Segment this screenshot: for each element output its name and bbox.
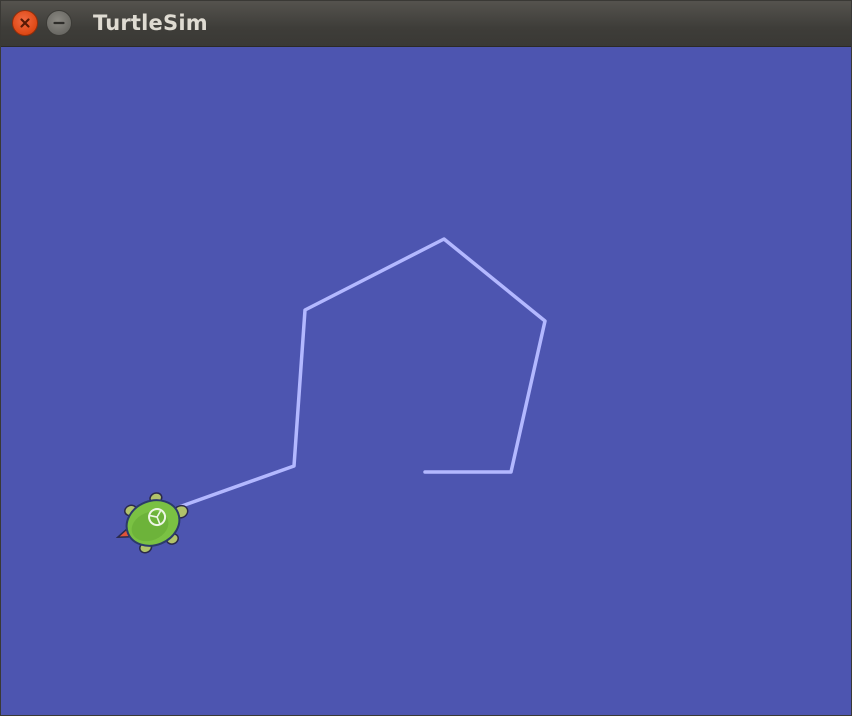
minimize-icon	[53, 21, 65, 25]
window-title: TurtleSim	[93, 11, 208, 35]
close-button[interactable]	[12, 10, 38, 36]
close-icon	[20, 18, 30, 28]
minimize-button[interactable]	[46, 10, 72, 36]
title-bar[interactable]: TurtleSim	[1, 1, 851, 47]
drawing-surface	[1, 47, 851, 715]
canvas-background	[1, 47, 851, 715]
turtlesim-window: TurtleSim	[0, 0, 852, 716]
turtle-canvas[interactable]	[1, 47, 851, 715]
